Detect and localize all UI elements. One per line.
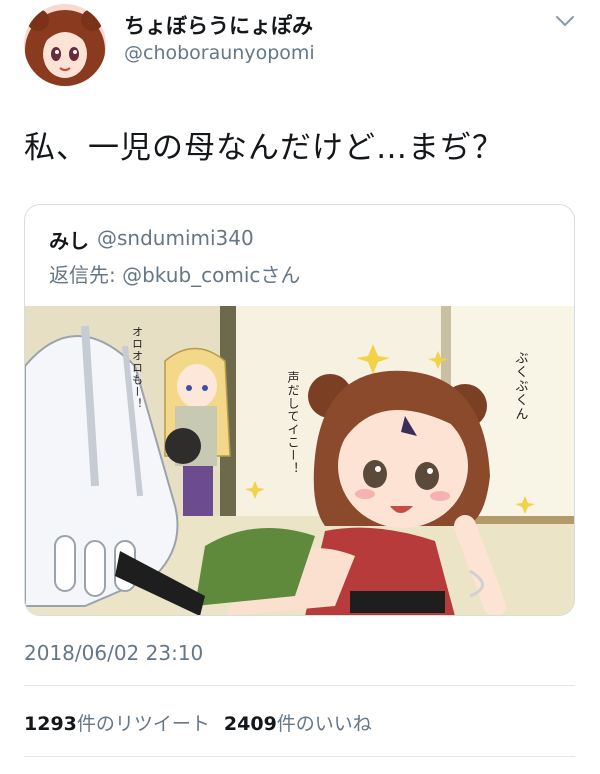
comic-caption-right: ぶくぶくん <box>513 351 529 421</box>
tweet-stats: 1293件のリツイート 2409件のいいね <box>24 709 372 736</box>
retweet-label[interactable]: 件のリツイート <box>77 713 210 735</box>
quoted-reply-line: 返信先: @bkub_comicさん <box>49 259 300 288</box>
comic-caption-left: オロオロもー！ <box>131 326 144 410</box>
divider <box>24 685 575 686</box>
quoted-handle: @sndumimi340 <box>97 226 254 250</box>
tweet-timestamp[interactable]: 2018/06/02 23:10 <box>24 641 203 665</box>
author-handle[interactable]: @choboraunyopomi <box>124 42 315 64</box>
reply-mention-link[interactable]: @bkub_comic <box>122 263 260 287</box>
like-count[interactable]: 2409 <box>224 713 277 735</box>
author-avatar[interactable] <box>24 4 106 86</box>
comic-caption-middle: 声だしてイこー！ <box>286 371 300 475</box>
comic-image[interactable]: オロオロもー！ 声だしてイこー！ ぶくぶくん <box>25 306 574 616</box>
like-label[interactable]: 件のいいね <box>277 713 372 735</box>
divider <box>24 756 575 757</box>
reply-suffix: さん <box>260 263 301 287</box>
tweet-text: 私、一児の母なんだけど…まぢ？ <box>24 130 504 166</box>
quoted-display-name: みし <box>49 229 89 253</box>
reply-prefix: 返信先: <box>49 263 123 287</box>
author-display-name[interactable]: ちょぼらうにょぽみ <box>124 10 313 40</box>
chevron-down-icon[interactable] <box>555 14 575 28</box>
retweet-count[interactable]: 1293 <box>24 713 77 735</box>
quoted-tweet-card[interactable]: みし @sndumimi340 返信先: @bkub_comicさん オロオロも… <box>24 204 575 616</box>
